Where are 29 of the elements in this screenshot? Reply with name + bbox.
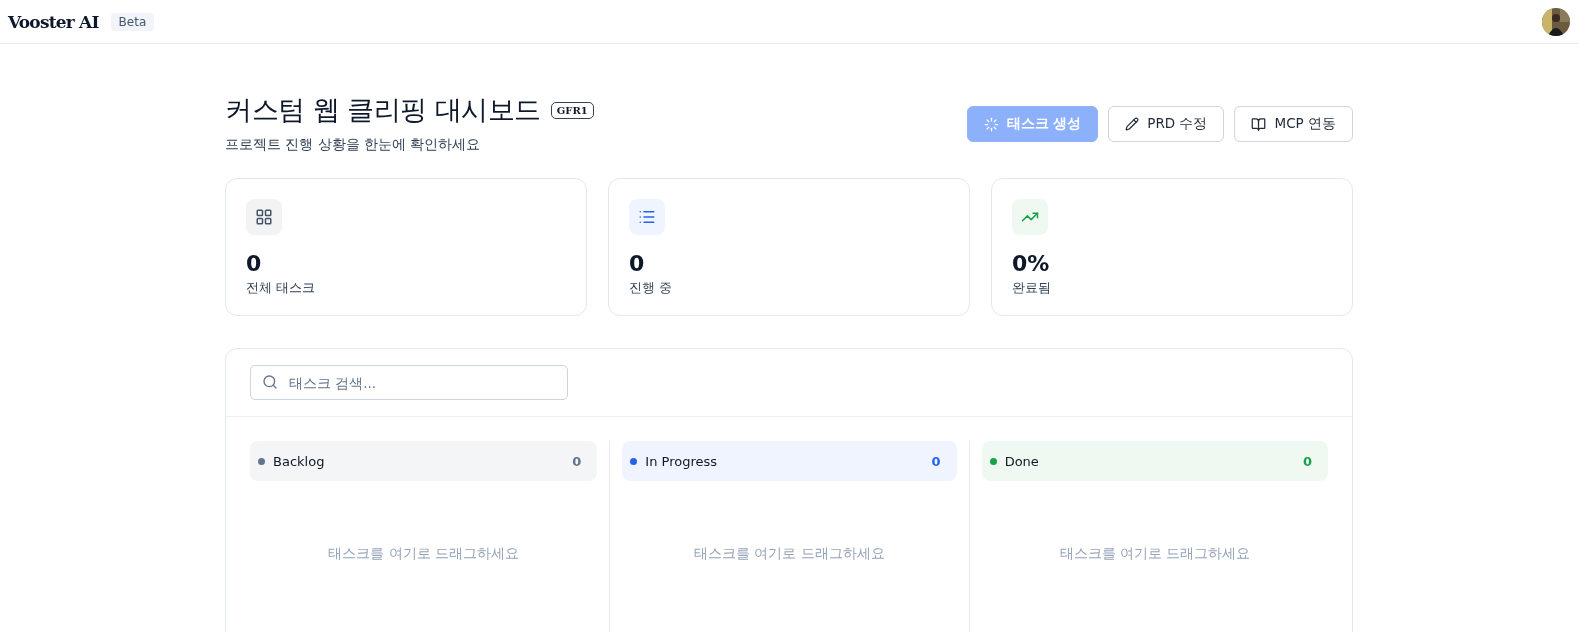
- empty-hint: 태스크를 여기로 드래그하세요: [1058, 545, 1252, 563]
- stat-label: 완료됨: [1012, 280, 1052, 297]
- column-name: In Progress: [645, 453, 717, 469]
- project-subtitle: 프로젝트 진행 상황을 한눈에 확인하세요: [225, 136, 482, 154]
- list-icon: [638, 208, 656, 226]
- column-count: 0: [572, 453, 582, 469]
- logo[interactable]: Vooster AI: [8, 11, 99, 32]
- column-name: Done: [1004, 453, 1039, 469]
- grid-icon: [255, 208, 273, 226]
- column-name: Backlog: [273, 453, 325, 469]
- search-icon: [262, 374, 278, 390]
- empty-hint: 태스크를 여기로 드래그하세요: [327, 545, 520, 563]
- stat-label: 전체 태스크: [246, 280, 316, 297]
- search-field[interactable]: 태스크 검색...: [250, 365, 568, 400]
- book-icon: [1251, 116, 1267, 132]
- stat-value: 0: [629, 251, 646, 276]
- column-count: 0: [931, 453, 941, 469]
- project-title: 커스텀 웹 클리핑 대시보드: [225, 93, 541, 127]
- stat-value: 0%: [1012, 251, 1051, 276]
- empty-hint: 태스크를 여기로 드래그하세요: [693, 545, 886, 563]
- connect-button[interactable]: MCP 연동: [1234, 106, 1353, 142]
- stat-value: 0: [246, 251, 263, 276]
- project-code-badge: GFR1: [550, 101, 594, 119]
- beta-badge: Beta: [110, 12, 155, 31]
- pencil-icon: [1125, 117, 1140, 131]
- spinner-icon: [983, 116, 999, 132]
- stat-label: 진행 중: [629, 280, 673, 297]
- edit-button[interactable]: PRD 수정: [1108, 106, 1225, 142]
- column-count: 0: [1302, 453, 1312, 469]
